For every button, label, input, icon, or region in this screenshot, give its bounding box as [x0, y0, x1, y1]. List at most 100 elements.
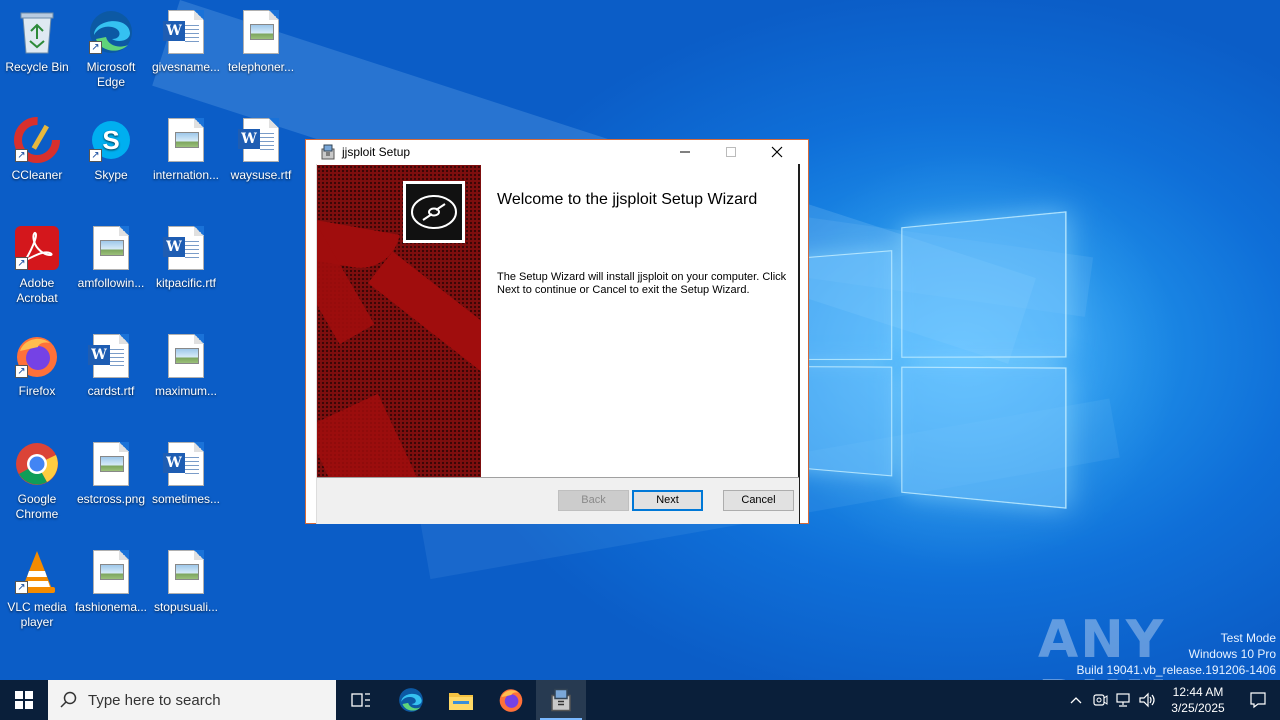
firefox-icon: ↗ [13, 332, 61, 380]
desktop-icon-file[interactable]: W kitpacific.rtf [149, 224, 223, 291]
firefox-icon [499, 689, 523, 712]
desktop-icon-skype[interactable]: S ↗ Skype [74, 116, 148, 183]
icon-label: telephoner... [227, 60, 295, 74]
folder-icon [449, 693, 473, 710]
taskbar: Type here to search 12:44 AM 3/25/2025 [0, 680, 1280, 720]
icon-label: Microsoft Edge [86, 60, 136, 89]
word-document-icon: W [162, 224, 210, 272]
wizard-button-bar: Back Next Cancel [317, 477, 799, 524]
word-document-icon: W [162, 8, 210, 56]
taskbar-clock[interactable]: 12:44 AM 3/25/2025 [1160, 684, 1236, 716]
desktop-icon-ccleaner[interactable]: ↗ CCleaner [0, 116, 74, 183]
adobe-acrobat-icon: ↗ [13, 224, 61, 272]
show-hidden-icons-button[interactable] [1064, 680, 1088, 720]
image-file-icon [87, 548, 135, 596]
icon-label: CCleaner [11, 168, 63, 182]
icon-label: VLC media player [7, 600, 67, 629]
wizard-banner-image [317, 165, 481, 477]
icon-label: estcross.png [76, 492, 146, 506]
taskbar-setup-installer[interactable] [536, 680, 586, 720]
desktop-icon-file[interactable]: W cardst.rtf [74, 332, 148, 399]
icon-label: fashionema... [74, 600, 148, 614]
icon-label: waysuse.rtf [230, 168, 292, 182]
desktop-icon-recycle-bin[interactable]: Recycle Bin [0, 8, 74, 75]
window-titlebar[interactable]: jjsploit Setup [316, 140, 800, 164]
volume-button[interactable] [1136, 680, 1160, 720]
icon-label: Skype [94, 168, 128, 182]
desktop-icon-file[interactable]: internation... [149, 116, 223, 183]
desktop-icon-firefox[interactable]: ↗ Firefox [0, 332, 74, 399]
system-tray: 12:44 AM 3/25/2025 [1064, 680, 1280, 720]
desktop-icon-file[interactable]: W waysuse.rtf [224, 116, 298, 183]
action-center-button[interactable] [1236, 680, 1280, 720]
clock-date: 3/25/2025 [1171, 701, 1225, 715]
shortcut-arrow-icon: ↗ [15, 257, 28, 270]
desktop-icon-vlc[interactable]: ↗ VLC media player [0, 548, 74, 630]
desktop-icon-file[interactable]: amfollowin... [74, 224, 148, 291]
icon-label: givesname... [151, 60, 221, 74]
image-file-icon [87, 224, 135, 272]
desktop-icon-file[interactable]: estcross.png [74, 440, 148, 507]
taskbar-file-explorer[interactable] [436, 680, 486, 720]
image-file-icon [162, 116, 210, 164]
icon-label: Google Chrome [15, 492, 59, 521]
close-button[interactable] [754, 140, 800, 164]
notification-icon [1250, 692, 1266, 709]
icon-label: Firefox [18, 384, 56, 398]
taskbar-firefox[interactable] [486, 680, 536, 720]
word-document-icon: W [237, 116, 285, 164]
desktop: Recycle Bin ↗ CCleaner ↗ Adobe Acrobat ↗… [0, 0, 1280, 680]
icon-label: kitpacific.rtf [155, 276, 216, 290]
installer-icon [320, 144, 336, 160]
desktop-icon-microsoft-edge[interactable]: ↗ Microsoft Edge [74, 8, 148, 90]
task-view-icon [351, 693, 370, 707]
desktop-icon-file[interactable]: fashionema... [74, 548, 148, 615]
wizard-heading: Welcome to the jjsploit Setup Wizard [497, 191, 758, 208]
installer-icon [551, 688, 571, 712]
vlc-icon: ↗ [13, 548, 61, 596]
search-placeholder: Type here to search [88, 691, 221, 709]
taskbar-edge[interactable] [386, 680, 436, 720]
svg-text:S: S [102, 125, 119, 155]
cd-disc-icon [403, 181, 465, 243]
speaker-icon [1139, 692, 1155, 708]
wizard-content: Welcome to the jjsploit Setup Wizard The… [316, 164, 800, 524]
edge-icon [399, 688, 423, 712]
task-view-button[interactable] [336, 680, 386, 720]
word-document-icon: W [87, 332, 135, 380]
close-icon [771, 146, 783, 158]
icon-label: amfollowin... [77, 276, 145, 290]
desktop-icon-adobe-acrobat[interactable]: ↗ Adobe Acrobat [0, 224, 74, 306]
desktop-icon-google-chrome[interactable]: Google Chrome [0, 440, 74, 522]
icon-label: Adobe Acrobat [16, 276, 58, 305]
start-button[interactable] [0, 680, 48, 720]
skype-icon: S ↗ [87, 116, 135, 164]
watermark-line: Windows 10 Pro [1188, 647, 1276, 661]
clock-time: 12:44 AM [1172, 685, 1224, 699]
maximize-icon [726, 147, 736, 157]
icon-label: stopusuali... [153, 600, 219, 614]
image-file-icon [237, 8, 285, 56]
shortcut-arrow-icon: ↗ [15, 365, 28, 378]
desktop-icon-file[interactable]: W givesname... [149, 8, 223, 75]
window-title: jjsploit Setup [342, 145, 411, 159]
network-button[interactable] [1112, 680, 1136, 720]
setup-wizard-window: jjsploit Setup Welcome to the jjsploit S… [305, 139, 809, 524]
taskbar-search-box[interactable]: Type here to search [48, 680, 336, 720]
wizard-description: The Setup Wizard will install jjsploit o… [497, 271, 787, 296]
image-file-icon [87, 440, 135, 488]
shortcut-arrow-icon: ↗ [89, 41, 102, 54]
next-button[interactable]: Next [632, 490, 703, 511]
shortcut-arrow-icon: ↗ [15, 149, 28, 162]
desktop-icon-file[interactable]: maximum... [149, 332, 223, 399]
image-file-icon [162, 332, 210, 380]
meet-now-button[interactable] [1088, 680, 1112, 720]
desktop-icon-file[interactable]: W sometimes... [149, 440, 223, 507]
icon-label: cardst.rtf [87, 384, 135, 398]
icon-label: Recycle Bin [5, 60, 69, 74]
minimize-button[interactable] [662, 140, 708, 164]
edge-icon: ↗ [87, 8, 135, 56]
desktop-icon-file[interactable]: telephoner... [224, 8, 298, 75]
cancel-button[interactable]: Cancel [723, 490, 794, 511]
desktop-icon-file[interactable]: stopusuali... [149, 548, 223, 615]
